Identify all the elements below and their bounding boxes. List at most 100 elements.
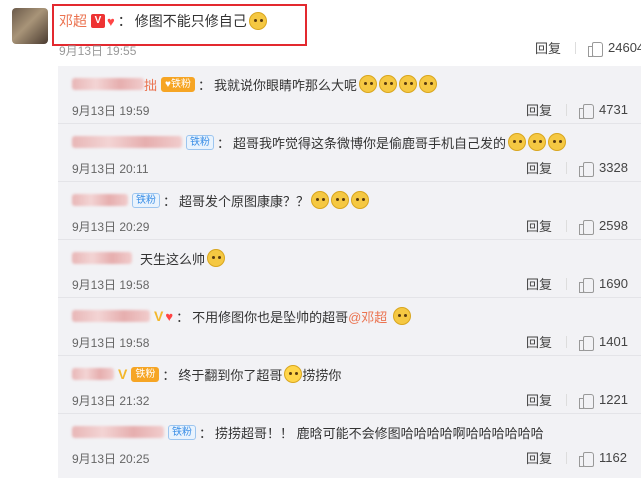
doge-emoji-icon <box>207 249 226 267</box>
like-icon[interactable] <box>579 277 595 293</box>
doge-emoji-icon <box>358 75 377 93</box>
mention-link[interactable]: @邓超 <box>348 307 387 326</box>
divider <box>566 103 568 116</box>
reply-text: 天生这么帅 <box>140 251 206 267</box>
doge-emoji-icon <box>508 133 527 151</box>
reply-button[interactable]: 回复 <box>526 216 552 235</box>
like-count: 4731 <box>599 102 628 117</box>
like-count: 1162 <box>599 450 627 465</box>
main-comment: 邓超 V ♥ ： 修图不能只修自己 9月13日 19:55 回复 24604 <box>0 0 641 66</box>
colon: ： <box>162 367 176 383</box>
comment-text: 修图不能只修自己 <box>134 13 247 29</box>
reply-actions: 回复 3328 <box>526 158 628 177</box>
colon: ： <box>217 135 231 151</box>
reply-line: 拙 ♥铁粉 ： 我就说你眼睛咋那么大呢 <box>72 74 437 94</box>
heart-badge-icon: ♥ <box>107 13 115 29</box>
reply-time: 9月13日 19:58 <box>72 278 150 292</box>
reply-button[interactable]: 回复 <box>526 390 552 409</box>
divider <box>566 219 568 232</box>
reply-text: 捞捞超哥！！ 鹿晗可能不会修图哈哈哈哈啊哈哈哈哈哈哈 <box>215 425 544 441</box>
reply-actions: 回复 2598 <box>526 216 628 235</box>
like-icon[interactable] <box>579 393 595 409</box>
reply-username[interactable]: 拙 <box>144 75 157 94</box>
reply-line: 铁粉 ： 超哥发个原图康康？？ <box>72 190 370 210</box>
blurred-username <box>72 310 150 322</box>
reply-button[interactable]: 回复 <box>526 100 552 119</box>
blurred-username <box>72 136 182 148</box>
list-item: 拙 ♥铁粉 ： 我就说你眼睛咋那么大呢 9月13日 19:59 回复 4731 <box>58 66 641 124</box>
reply-button[interactable]: 回复 <box>535 38 561 57</box>
fan-badge: 铁粉 <box>132 192 160 208</box>
like-icon[interactable] <box>588 41 604 57</box>
like-icon[interactable] <box>579 103 595 119</box>
reply-button[interactable]: 回复 <box>526 158 552 177</box>
verified-icon: V <box>91 14 105 28</box>
reply-actions: 回复 4731 <box>526 100 628 119</box>
doge-emoji-icon <box>398 75 417 93</box>
blurred-username <box>72 368 114 380</box>
reply-button[interactable]: 回复 <box>526 332 552 351</box>
like-icon[interactable] <box>579 219 595 235</box>
blurred-username <box>72 426 164 438</box>
reply-line: V 铁粉 ： 终于翻到你了超哥 捞捞你 <box>72 364 341 384</box>
doge-emoji-icon <box>311 191 330 209</box>
reply-actions: 回复 1221 <box>526 390 628 409</box>
comment-time: 9月13日 19:55 <box>59 44 137 58</box>
like-count: 1221 <box>599 392 628 407</box>
reply-text: 超哥我咋觉得这条微博你是偷鹿哥手机自己发的 <box>233 135 507 151</box>
fan-badge: 铁粉 <box>168 424 196 440</box>
avatar[interactable] <box>12 8 48 44</box>
reply-text: 终于翻到你了超哥 <box>178 367 283 383</box>
doge-emoji-icon <box>393 307 412 325</box>
reply-line: V ♥ ： 不用修图你也是坠帅的超哥 @邓超 <box>72 306 412 326</box>
like-icon[interactable] <box>579 335 595 351</box>
divider <box>566 161 568 174</box>
fan-badge: 铁粉 <box>186 134 214 150</box>
reply-button[interactable]: 回复 <box>526 274 552 293</box>
like-icon[interactable] <box>579 451 595 467</box>
list-item: 铁粉 ： 超哥发个原图康康？？ 9月13日 20:29 回复 2598 <box>58 182 641 240</box>
list-item: 天生这么帅 9月13日 19:58 回复 1690 <box>58 240 641 298</box>
reply-line: 天生这么帅 <box>72 248 226 268</box>
like-count: 1690 <box>599 276 628 291</box>
list-item: 铁粉 ： 超哥我咋觉得这条微博你是偷鹿哥手机自己发的 9月13日 20:11 回… <box>58 124 641 182</box>
reply-time: 9月13日 20:29 <box>72 220 150 234</box>
blurred-username <box>72 78 144 90</box>
blurred-username <box>72 194 128 206</box>
reply-button[interactable]: 回复 <box>526 448 552 467</box>
comment-line: 邓超 V ♥ ： 修图不能只修自己 <box>59 10 267 32</box>
like-count: 1401 <box>599 334 628 349</box>
divider <box>566 393 568 406</box>
verified-icon: V <box>118 366 128 382</box>
reply-time: 9月13日 20:11 <box>72 162 149 176</box>
blurred-username <box>72 252 132 264</box>
reply-actions: 回复 1690 <box>526 274 628 293</box>
reply-line: 铁粉 ： 超哥我咋觉得这条微博你是偷鹿哥手机自己发的 <box>72 132 567 152</box>
reply-actions: 回复 1162 <box>526 448 627 467</box>
colon: ： <box>176 309 190 325</box>
divider <box>566 451 568 464</box>
reply-text: 不用修图你也是坠帅的超哥 <box>192 309 349 325</box>
like-count: 24604 <box>608 40 641 55</box>
reply-time: 9月13日 19:59 <box>72 104 150 118</box>
like-count: 3328 <box>599 160 628 175</box>
list-item: 铁粉 ： 捞捞超哥！！ 鹿晗可能不会修图哈哈哈哈啊哈哈哈哈哈哈 9月13日 20… <box>58 414 641 472</box>
fan-badge: 铁粉 <box>131 366 160 382</box>
reply-actions: 回复 1401 <box>526 332 628 351</box>
colon: ： <box>199 425 213 441</box>
reply-line: 铁粉 ： 捞捞超哥！！ 鹿晗可能不会修图哈哈哈哈啊哈哈哈哈哈哈 <box>72 422 544 442</box>
doge-emoji-icon <box>351 191 370 209</box>
replies-panel: 拙 ♥铁粉 ： 我就说你眼睛咋那么大呢 9月13日 19:59 回复 4731 … <box>58 66 641 478</box>
comment-actions: 回复 24604 <box>535 38 641 57</box>
divider <box>566 335 568 348</box>
heart-badge-icon: ♥ <box>165 308 174 324</box>
reply-time: 9月13日 21:32 <box>72 394 150 408</box>
reply-text-after: 捞捞你 <box>302 367 342 383</box>
list-item: V 铁粉 ： 终于翻到你了超哥 捞捞你 9月13日 21:32 回复 1221 <box>58 356 641 414</box>
verified-icon: V <box>154 308 164 324</box>
colon: ： <box>117 13 132 29</box>
reply-time: 9月13日 19:58 <box>72 336 150 350</box>
like-icon[interactable] <box>579 161 595 177</box>
doge-emoji-icon <box>528 133 547 151</box>
author-name[interactable]: 邓超 <box>59 11 87 31</box>
